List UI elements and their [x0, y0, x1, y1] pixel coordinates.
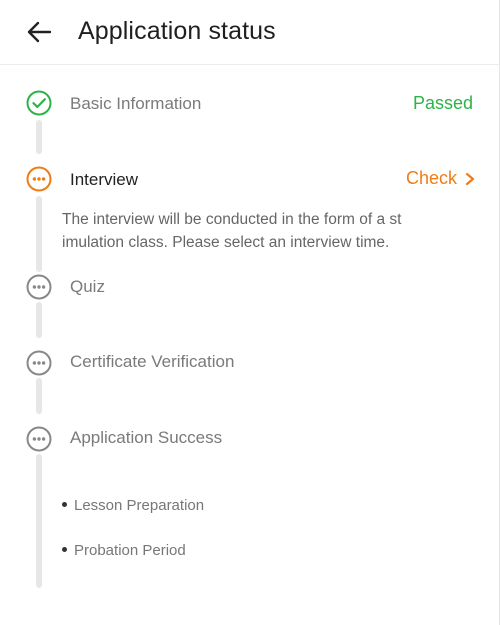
check-label: Check [405, 168, 457, 188]
bullet-icon [62, 546, 67, 552]
page-title: Application status [78, 17, 276, 45]
more-circle-icon [26, 426, 52, 452]
step-label-quiz: Quiz [70, 277, 105, 296]
timeline-track [36, 196, 42, 272]
timeline-track [36, 120, 42, 154]
list-item: Probation Period [62, 542, 186, 559]
bullet-icon [62, 501, 67, 507]
header: Application status [0, 0, 499, 65]
more-circle-icon [26, 350, 52, 376]
more-circle-icon [26, 166, 52, 192]
chevron-right-icon [465, 172, 475, 185]
status-passed: Passed [412, 93, 473, 113]
step-label-basic-information: Basic Information [70, 94, 202, 113]
timeline-track [36, 302, 42, 338]
arrow-left-icon[interactable] [26, 19, 52, 45]
list-item: Lesson Preparation [62, 497, 204, 514]
check-circle-icon [26, 90, 52, 116]
check-button[interactable]: Check [406, 168, 475, 189]
more-circle-icon [26, 274, 52, 300]
step-label-application-success: Application Success [70, 428, 223, 447]
step-label-certificate-verification: Certificate Verification [70, 352, 235, 371]
timeline-track [36, 454, 42, 588]
sub-item-lesson-preparation: Lesson Preparation [74, 497, 205, 514]
sub-item-probation-period: Probation Period [74, 542, 186, 559]
step-label-interview: Interview [70, 170, 139, 189]
timeline-track [36, 378, 42, 414]
interview-description: The interview will be conducted in the f… [62, 211, 402, 251]
